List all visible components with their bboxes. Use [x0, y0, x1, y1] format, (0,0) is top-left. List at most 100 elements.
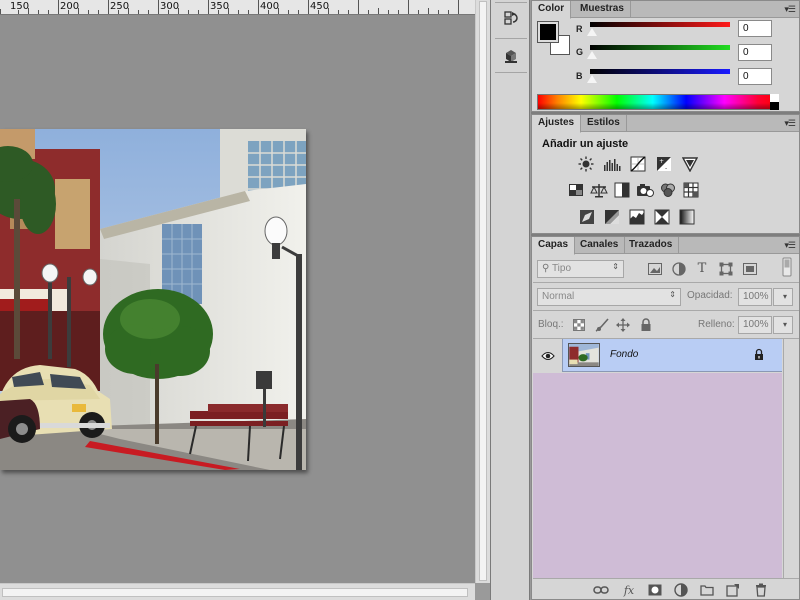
layers-panel: Capas Canales Trazados ▾☰ ⚲ Tipo ⇕ T Nor…: [531, 236, 800, 600]
layer-visibility-toggle[interactable]: [533, 339, 563, 372]
delete-layer-trash-icon[interactable]: [753, 582, 769, 598]
opacity-label: Opacidad:: [687, 290, 733, 301]
vertical-scrollbar[interactable]: [475, 0, 490, 583]
filter-shape-layers-icon[interactable]: [718, 261, 734, 277]
red-value-field[interactable]: 0: [738, 20, 772, 37]
filter-type-layers-icon[interactable]: T: [694, 260, 710, 276]
color-panel: Color Muestras ▾☰ R 0 G 0 B 0: [531, 0, 800, 112]
add-mask-icon[interactable]: [647, 582, 663, 598]
filter-toggle-switch[interactable]: [779, 257, 795, 277]
invert-icon[interactable]: [578, 208, 596, 226]
history-icon[interactable]: [499, 6, 523, 30]
right-panel-dock: Color Muestras ▾☰ R 0 G 0 B 0 Ajustes Es…: [531, 0, 800, 600]
lock-transparent-pixels-icon[interactable]: [571, 317, 587, 333]
search-icon: ⚲: [542, 263, 550, 274]
color-balance-icon[interactable]: [590, 181, 608, 199]
horizontal-ruler: 150 200 250 300 350 400 450: [0, 0, 475, 15]
new-layer-icon[interactable]: [725, 582, 741, 598]
gradient-map-icon[interactable]: [678, 208, 696, 226]
photo-filter-icon[interactable]: [636, 181, 654, 199]
document-image[interactable]: [0, 129, 306, 470]
posterize-icon[interactable]: [603, 208, 621, 226]
layers-list-empty-area[interactable]: [533, 373, 782, 578]
blue-slider-thumb[interactable]: [587, 75, 597, 83]
blue-value-field[interactable]: 0: [738, 68, 772, 85]
blue-channel-slider[interactable]: [590, 69, 730, 74]
layer-thumbnail[interactable]: [568, 343, 600, 367]
horizontal-scrollbar[interactable]: [0, 583, 475, 600]
lock-position-icon[interactable]: [615, 317, 631, 333]
threshold-icon[interactable]: [628, 208, 646, 226]
curves-icon[interactable]: [629, 155, 647, 173]
layer-row[interactable]: Fondo: [533, 339, 782, 372]
selective-color-icon[interactable]: [653, 208, 671, 226]
filter-adjustment-layers-icon[interactable]: [671, 261, 687, 277]
layers-tabbar: Capas Canales Trazados ▾☰: [532, 237, 799, 255]
horizontal-scroll-thumb[interactable]: [2, 588, 468, 597]
link-layers-icon[interactable]: [593, 582, 609, 598]
new-group-folder-icon[interactable]: [699, 582, 715, 598]
black-white-icon[interactable]: [613, 181, 631, 199]
panel-menu-icon[interactable]: ▾☰: [784, 118, 796, 129]
ruler-label: 400: [260, 1, 280, 12]
panel-menu-icon[interactable]: ▾☰: [784, 240, 796, 251]
opacity-dropdown-button[interactable]: ▾: [773, 288, 793, 306]
channel-mixer-icon[interactable]: [659, 181, 677, 199]
tab-layers[interactable]: Capas: [532, 237, 576, 255]
blend-mode-value: Normal: [542, 291, 575, 302]
adjustments-title: Añadir un ajuste: [542, 138, 629, 150]
svg-text:+: +: [659, 158, 664, 165]
ruler-label: 250: [110, 1, 130, 12]
new-adjustment-layer-icon[interactable]: [673, 582, 689, 598]
blend-mode-select[interactable]: Normal ⇕: [537, 288, 681, 306]
lock-image-pixels-icon[interactable]: [594, 317, 610, 333]
layers-scrollbar[interactable]: [783, 339, 798, 578]
fill-dropdown-button[interactable]: ▾: [773, 316, 793, 334]
green-channel-slider[interactable]: [590, 45, 730, 50]
layer-filter-kind-select[interactable]: ⚲ Tipo ⇕: [537, 260, 624, 278]
levels-icon[interactable]: [603, 155, 621, 173]
foreground-color-swatch[interactable]: [537, 21, 559, 43]
tab-adjustments[interactable]: Ajustes: [532, 115, 582, 133]
ruler-label: 450: [310, 1, 330, 12]
blue-channel-label: B: [576, 71, 583, 81]
panel-menu-icon[interactable]: ▾☰: [784, 4, 796, 15]
brightness-contrast-icon[interactable]: [577, 155, 595, 173]
ruler-label: 300: [160, 1, 180, 12]
hue-saturation-icon[interactable]: [567, 181, 585, 199]
layer-name[interactable]: Fondo: [610, 349, 638, 360]
tab-paths[interactable]: Trazados: [623, 237, 680, 254]
filter-kind-value: Tipo: [551, 263, 572, 274]
tab-styles[interactable]: Estilos: [581, 115, 627, 132]
tab-channels[interactable]: Canales: [574, 237, 626, 254]
spinner-arrows-icon: ⇕: [669, 290, 676, 299]
3d-properties-icon[interactable]: [499, 44, 523, 68]
green-slider-thumb[interactable]: [587, 51, 597, 59]
tab-swatches[interactable]: Muestras: [574, 1, 631, 18]
red-channel-label: R: [576, 24, 583, 34]
chevron-down-icon: ▾: [782, 320, 787, 329]
vibrance-icon[interactable]: [681, 155, 699, 173]
fill-field[interactable]: 100%: [738, 316, 772, 334]
red-slider-thumb[interactable]: [587, 28, 597, 36]
adjustments-panel: Ajustes Estilos ▾☰ Añadir un ajuste + -: [531, 114, 800, 234]
spectrum-black-white[interactable]: [770, 94, 779, 110]
vertical-scroll-thumb[interactable]: [479, 1, 487, 581]
panel-dock-strip: [490, 0, 530, 600]
exposure-icon[interactable]: + -: [655, 155, 673, 173]
green-value-field[interactable]: 0: [738, 44, 772, 61]
filter-smart-objects-icon[interactable]: [742, 261, 758, 277]
document-canvas-area[interactable]: 150 200 250 300 350 400 450: [0, 0, 475, 600]
color-spectrum-bar[interactable]: [537, 94, 778, 110]
fill-label: Relleno:: [698, 319, 735, 330]
color-panel-tabbar: Color Muestras ▾☰: [532, 1, 799, 19]
filter-pixel-layers-icon[interactable]: [647, 261, 663, 277]
tab-color[interactable]: Color: [532, 1, 572, 19]
lock-all-icon[interactable]: [638, 317, 654, 333]
color-lookup-icon[interactable]: [682, 181, 700, 199]
red-channel-slider[interactable]: [590, 22, 730, 27]
svg-text:-: -: [665, 165, 667, 172]
layer-styles-fx-icon[interactable]: fx: [621, 582, 637, 598]
opacity-field[interactable]: 100%: [738, 288, 772, 306]
spinner-arrows-icon: ⇕: [612, 262, 619, 271]
